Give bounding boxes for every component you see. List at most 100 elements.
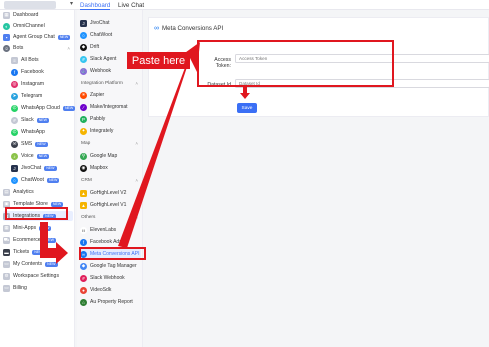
webhook-icon: ⚓ bbox=[80, 67, 87, 75]
subpanel-item-integrately[interactable]: ✦ Integrately bbox=[80, 126, 141, 136]
chatwoot-icon: ○ bbox=[11, 176, 18, 184]
subpanel-item-jivochat[interactable]: J JivoChat bbox=[80, 18, 141, 28]
new-badge: NEW bbox=[39, 225, 52, 231]
subpanel-item-label: JivoChat bbox=[90, 20, 110, 26]
subpanel-item-videosdk[interactable]: ● VideoSdk bbox=[80, 285, 141, 295]
new-badge: NEW bbox=[32, 249, 45, 255]
zapier-icon: ✳ bbox=[80, 91, 87, 99]
subpanel-item-google-map[interactable]: ⚲ Google Map bbox=[80, 151, 141, 161]
sidebar-item-label: Workspace Settings bbox=[13, 273, 60, 279]
videosdk-icon: ● bbox=[80, 286, 87, 294]
sidebar-item-whatsapp-cloud[interactable]: ✆ WhatsApp Cloud NEW bbox=[11, 103, 76, 113]
tab-dashboard[interactable]: Dashboard bbox=[80, 2, 111, 10]
property-report-icon: ⌂ bbox=[80, 298, 87, 306]
subpanel-item-slack-webhook[interactable]: # Slack Webhook bbox=[80, 273, 141, 283]
tickets-icon: ▬ bbox=[3, 248, 10, 256]
billing-icon: ▭ bbox=[3, 284, 10, 292]
sidebar-item-label: JivoChat bbox=[21, 165, 42, 171]
elevenlabs-icon: ıı bbox=[80, 226, 87, 234]
sidebar-item-jivochat[interactable]: J JivoChat NEW bbox=[11, 163, 73, 173]
drift-icon: ◆ bbox=[80, 43, 87, 51]
top-bar: ▾ Dashboard Live Chat bbox=[0, 0, 489, 10]
list-icon: ≡ bbox=[11, 56, 18, 64]
slack-icon: # bbox=[11, 116, 18, 124]
sidebar-item-label: WhatsApp bbox=[21, 129, 45, 135]
sidebar-item-label: Analytics bbox=[13, 189, 34, 195]
sidebar-item-workspace-settings[interactable]: ⚙ Workspace Settings bbox=[3, 271, 73, 281]
sidebar-item-whatsapp[interactable]: ✆ WhatsApp bbox=[11, 127, 73, 137]
sidebar-item-voice[interactable]: ♪ Voice NEW bbox=[11, 151, 73, 161]
contents-icon: ▭ bbox=[3, 260, 10, 268]
sidebar-item-chatwoot[interactable]: ○ ChatWoot NEW bbox=[11, 175, 73, 185]
jivochat-icon: J bbox=[80, 19, 87, 27]
gohighlevel-icon: ▲ bbox=[80, 189, 87, 197]
subpanel-item-drift[interactable]: ◆ Drift bbox=[80, 42, 141, 52]
subpanel-item-gohighlevel-v2[interactable]: ▲ GoHighLevel V2 bbox=[80, 188, 141, 198]
new-badge: NEW bbox=[62, 105, 76, 111]
chevron-up-icon: ˄ bbox=[135, 177, 138, 183]
sidebar-item-agent-group-chat[interactable]: ▪ Agent Group Chat NEW bbox=[3, 32, 73, 42]
whatsapp-icon: ✆ bbox=[11, 128, 18, 136]
sidebar-item-my-contents[interactable]: ▭ My Contents NEW bbox=[3, 259, 73, 269]
sidebar-item-all-bots[interactable]: ≡ All Bots bbox=[11, 55, 73, 65]
subpanel-item-chatwoot[interactable]: ○ ChatWoot bbox=[80, 30, 141, 40]
subpanel-item-label: Facebook Ads bbox=[90, 239, 122, 245]
save-button[interactable]: Save bbox=[237, 103, 257, 113]
new-badge: NEW bbox=[36, 117, 50, 123]
omnichannel-icon: ◐ bbox=[3, 22, 10, 30]
sidebar-item-bots[interactable]: ☺ Bots ˄ bbox=[3, 43, 73, 53]
subpanel-item-make[interactable]: ∕ Make/Integromat bbox=[80, 102, 141, 112]
sidebar-item-tickets[interactable]: ▬ Tickets NEW bbox=[3, 247, 73, 257]
sidebar-item-facebook[interactable]: f Facebook bbox=[11, 67, 73, 77]
grid-icon: ▦ bbox=[3, 11, 10, 19]
subpanel-item-au-property-report[interactable]: ⌂ Au Property Report bbox=[80, 297, 141, 307]
section-crm[interactable]: CRM ˄ bbox=[81, 176, 141, 184]
section-integration-platform[interactable]: Integration Platform ˄ bbox=[81, 79, 141, 87]
subpanel-item-label: ChatWoot bbox=[90, 32, 113, 38]
sms-icon: ✉ bbox=[11, 140, 18, 148]
sidebar-item-telegram[interactable]: ➤ Telegram bbox=[11, 91, 73, 101]
facebook-icon: f bbox=[80, 238, 87, 246]
sidebar-item-label: Agent Group Chat bbox=[13, 34, 55, 40]
sidebar-item-mini-apps[interactable]: ▦ Mini-Apps NEW bbox=[3, 223, 73, 233]
section-others[interactable]: Others ˄ bbox=[81, 213, 141, 221]
sidebar-item-label: Telegram bbox=[21, 93, 43, 99]
subpanel-item-label: Slack Webhook bbox=[90, 275, 125, 281]
ecommerce-icon: ⛟ bbox=[3, 236, 10, 244]
subpanel-item-facebook-ads[interactable]: f Facebook Ads bbox=[80, 237, 141, 247]
sidebar-item-analytics[interactable]: ▤ Analytics bbox=[3, 187, 73, 197]
subpanel-item-mapbox[interactable]: ◉ Mapbox bbox=[80, 163, 141, 173]
sidebar-item-ecommerce[interactable]: ⛟ Ecommerce NEW bbox=[3, 235, 73, 245]
pabbly-icon: P bbox=[80, 115, 87, 123]
subpanel-item-zapier[interactable]: ✳ Zapier bbox=[80, 90, 141, 100]
section-map[interactable]: Map ˄ bbox=[81, 139, 141, 147]
subpanel-item-pabbly[interactable]: P Pabbly bbox=[80, 114, 141, 124]
new-badge: NEW bbox=[43, 237, 57, 243]
section-title: Integration Platform bbox=[81, 80, 123, 86]
page-title-text: Meta Conversions API bbox=[162, 25, 224, 32]
sidebar-item-dashboard[interactable]: ▦ Dashboard bbox=[3, 10, 73, 20]
sidebar-item-label: ChatWoot bbox=[21, 177, 44, 183]
mini-apps-icon: ▦ bbox=[3, 224, 10, 232]
section-title: Map bbox=[81, 140, 91, 146]
section-title: CRM bbox=[81, 177, 92, 183]
sidebar-item-slack[interactable]: # Slack NEW bbox=[11, 115, 73, 125]
subpanel-item-gohighlevel-v1[interactable]: ▲ GoHighLevel V1 bbox=[80, 200, 141, 210]
subpanel-item-label: Integrately bbox=[90, 128, 114, 134]
sidebar-item-label: Instagram bbox=[21, 81, 45, 87]
sidebar-item-instagram[interactable]: ◎ Instagram bbox=[11, 79, 73, 89]
sidebar-item-billing[interactable]: ▭ Billing bbox=[3, 283, 73, 293]
tab-live-chat[interactable]: Live Chat bbox=[118, 2, 144, 9]
sidebar-item-sms[interactable]: ✉ SMS NEW bbox=[11, 139, 73, 149]
analytics-icon: ▤ bbox=[3, 188, 10, 196]
new-badge: NEW bbox=[50, 201, 64, 207]
sidebar-item-omnichannel[interactable]: ◐ OmniChannel bbox=[3, 21, 73, 31]
workspace-selector[interactable] bbox=[4, 1, 56, 9]
chevron-down-icon[interactable]: ▾ bbox=[70, 0, 73, 7]
sidebar-item-label: Billing bbox=[13, 285, 27, 291]
subpanel-item-google-tag-manager[interactable]: ◆ Google Tag Manager bbox=[80, 261, 141, 271]
subpanel-item-elevenlabs[interactable]: ıı ElevenLabs bbox=[80, 225, 141, 235]
settings-icon: ⚙ bbox=[3, 272, 10, 280]
subpanel-item-label: Make/Integromat bbox=[90, 104, 128, 110]
subpanel-item-label: Mapbox bbox=[90, 165, 108, 171]
